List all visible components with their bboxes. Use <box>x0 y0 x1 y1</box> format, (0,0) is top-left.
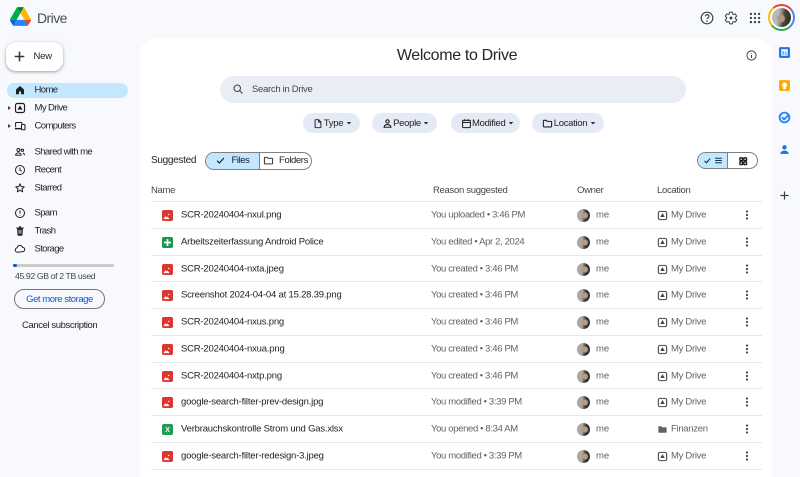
svg-text:X: X <box>165 427 170 434</box>
svg-text:31: 31 <box>781 50 787 56</box>
